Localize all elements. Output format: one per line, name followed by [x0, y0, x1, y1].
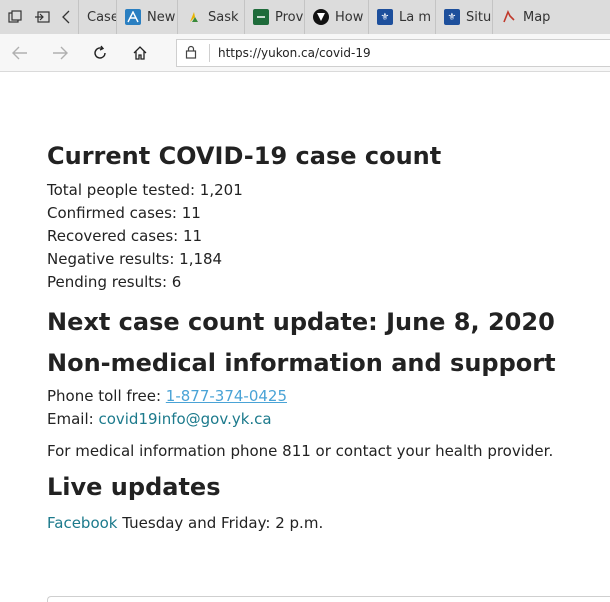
medical-note-text: For medical information phone 811 or con…: [47, 442, 554, 461]
next-update-heading: Next case count update: June 8, 2020: [47, 307, 555, 336]
address-bar[interactable]: https://yukon.ca/covid-19: [176, 39, 610, 67]
tab-map[interactable]: Map: [492, 0, 572, 34]
live-updates-heading: Live updates: [47, 473, 221, 502]
address-separator: [209, 44, 210, 62]
url-text[interactable]: https://yukon.ca/covid-19: [218, 46, 371, 60]
pending-results-text: Pending results: 6: [47, 272, 182, 291]
scroll-tabs-left-icon[interactable]: [54, 0, 78, 34]
quebec-fleur-de-lis-icon: ⚜: [444, 9, 460, 25]
tab-la-m[interactable]: ⚜ La m: [368, 0, 435, 34]
set-tabs-aside-icon[interactable]: [30, 0, 54, 34]
refresh-icon[interactable]: [80, 34, 120, 72]
negative-results-text: Negative results: 1,184: [47, 249, 223, 268]
phac-logo-icon: [125, 9, 141, 25]
shield-logo-icon: [313, 9, 329, 25]
tab-label: New: [147, 9, 176, 25]
phone-link[interactable]: 1-877-374-0425: [166, 387, 287, 405]
schedule-text: Tuesday and Friday: 2 p.m.: [117, 514, 324, 533]
case-count-heading: Current COVID-19 case count: [47, 142, 442, 170]
tab-label: Situ: [466, 9, 492, 25]
lock-icon[interactable]: [185, 45, 199, 62]
tab-label: Map: [523, 9, 551, 25]
tab-sask[interactable]: Sask: [177, 0, 244, 34]
tab-new[interactable]: New: [116, 0, 177, 34]
tab-label: How: [335, 9, 364, 25]
tab-actions-icon[interactable]: [0, 0, 30, 34]
phone-label: Phone toll free:: [47, 387, 166, 406]
map-site-icon: [501, 9, 517, 25]
tab-strip: Case New Sask Prov How ⚜ La m ⚜ Situ Map: [0, 0, 610, 34]
email-label: Email:: [47, 410, 99, 429]
back-arrow-icon[interactable]: [0, 34, 40, 72]
phone-line: Phone toll free: 1-877-374-0425: [47, 385, 607, 408]
content-box-edge: [47, 596, 610, 602]
email-line: Email: covid19info@gov.yk.ca: [47, 408, 607, 431]
total-tested-text: Total people tested: 1,201: [47, 180, 243, 199]
saskatchewan-logo-icon: [186, 9, 202, 25]
tab-label: La m: [399, 9, 432, 25]
tab-situ[interactable]: ⚜ Situ: [435, 0, 492, 34]
tab-how[interactable]: How: [304, 0, 368, 34]
provincial-site-icon: [253, 9, 269, 25]
tab-label: Sask: [208, 9, 239, 25]
recovered-cases-text: Recovered cases: 11: [47, 226, 203, 245]
live-schedule-line: Facebook Tuesday and Friday: 2 p.m.: [47, 512, 607, 535]
quebec-fleur-de-lis-icon: ⚜: [377, 9, 393, 25]
support-heading: Non-medical information and support: [47, 348, 556, 377]
confirmed-cases-text: Confirmed cases: 11: [47, 203, 201, 222]
tab-prov[interactable]: Prov: [244, 0, 304, 34]
navigation-bar: https://yukon.ca/covid-19: [0, 34, 610, 72]
tab-label: Prov: [275, 9, 304, 25]
forward-arrow-icon[interactable]: [40, 34, 80, 72]
email-link[interactable]: covid19info@gov.yk.ca: [98, 410, 271, 428]
page-content: Current COVID-19 case count Total people…: [47, 142, 607, 535]
tab-label: Case: [87, 9, 116, 25]
tab-case[interactable]: Case: [78, 0, 116, 34]
home-icon[interactable]: [120, 34, 160, 72]
facebook-link[interactable]: Facebook: [47, 514, 117, 532]
